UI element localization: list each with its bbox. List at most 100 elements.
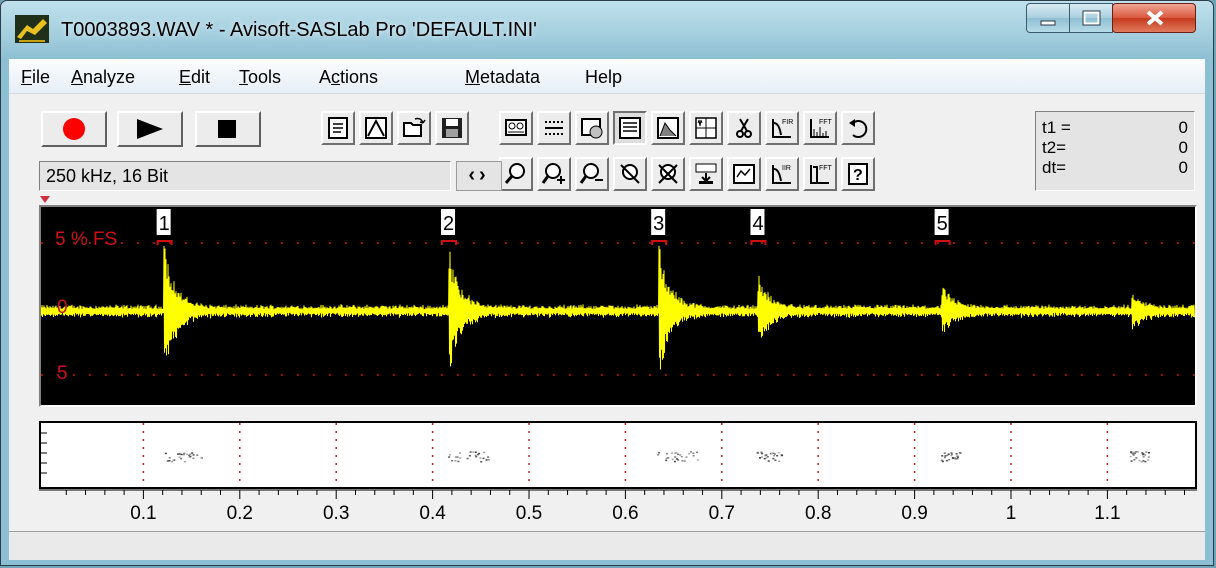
spectrogram-energy-pixel bbox=[690, 451, 692, 453]
spectrogram-energy-pixel bbox=[696, 451, 698, 454]
open-file-button[interactable] bbox=[397, 111, 431, 145]
zoom-in-button[interactable] bbox=[537, 157, 571, 191]
grid-button[interactable] bbox=[537, 111, 571, 145]
t2-value: 0 bbox=[1178, 138, 1188, 157]
text-window-icon bbox=[619, 117, 641, 139]
undo-icon bbox=[849, 119, 868, 138]
oscillogram-plot[interactable]: 1 2 3 4 5 5 % FS 0 5 bbox=[41, 207, 1195, 405]
realtime-button[interactable] bbox=[575, 111, 609, 145]
app-window: T0003893.WAV * - Avisoft-SASLab Pro 'DEF… bbox=[0, 0, 1214, 566]
playback-position-marker[interactable] bbox=[40, 196, 50, 204]
zoom-fit-button[interactable] bbox=[613, 157, 647, 191]
stop-icon bbox=[218, 120, 236, 138]
zoom-button[interactable] bbox=[499, 157, 533, 191]
maximize-icon bbox=[1082, 10, 1101, 26]
iir-filter-button[interactable]: IIR bbox=[765, 157, 799, 191]
maximize-button[interactable] bbox=[1069, 3, 1113, 33]
spectrogram-energy-pixel bbox=[178, 456, 181, 458]
pulse-marker-label: 4 bbox=[752, 213, 763, 235]
pulse-marker-label: 5 bbox=[937, 213, 948, 235]
title-bar[interactable]: T0003893.WAV * - Avisoft-SASLab Pro 'DEF… bbox=[1, 1, 1213, 59]
spectrogram-energy-pixel bbox=[475, 456, 478, 458]
spectrogram-energy-pixel bbox=[1142, 456, 1145, 458]
spectrogram-energy-pixel bbox=[1148, 452, 1150, 454]
fft-window-button[interactable]: FFT bbox=[803, 157, 837, 191]
fir-filter-button[interactable]: FIR bbox=[765, 111, 799, 145]
menu-edit[interactable]: Edit bbox=[179, 67, 210, 88]
menu-metadata[interactable]: Metadata bbox=[465, 67, 540, 88]
close-icon bbox=[1146, 10, 1164, 26]
spectrogram-energy-pixel bbox=[183, 452, 186, 455]
clock-display-icon bbox=[581, 118, 603, 139]
spectrogram-energy-pixel bbox=[168, 457, 171, 459]
spectrogram-energy-pixel bbox=[474, 454, 477, 457]
t1-label: t1 = bbox=[1042, 118, 1071, 137]
spectrogram-energy-pixel bbox=[1129, 455, 1132, 458]
minimize-button[interactable] bbox=[1026, 3, 1070, 33]
menu-help[interactable]: Help bbox=[585, 67, 622, 88]
oscillogram-panel[interactable]: 1 2 3 4 5 5 % FS 0 5 bbox=[39, 205, 1197, 407]
view-text-button[interactable] bbox=[613, 111, 647, 145]
spectrogram-energy-pixel bbox=[950, 452, 953, 454]
time-axis-tick-label: 1.1 bbox=[1094, 503, 1120, 524]
file-info-button[interactable] bbox=[321, 111, 355, 145]
zoom-fit-icon bbox=[620, 164, 640, 184]
undo-button[interactable] bbox=[841, 111, 875, 145]
svg-text:FFT: FFT bbox=[819, 119, 833, 126]
spectrogram-energy-pixel bbox=[1136, 451, 1139, 453]
document-list-icon bbox=[328, 117, 348, 139]
insert-button[interactable] bbox=[689, 157, 723, 191]
stop-button[interactable] bbox=[195, 111, 261, 147]
tape-button[interactable] bbox=[499, 111, 533, 145]
spectrogram-energy-pixel bbox=[756, 452, 759, 454]
spectrogram-energy-pixel bbox=[671, 452, 674, 454]
cut-button[interactable] bbox=[727, 111, 761, 145]
svg-text:FFT: FFT bbox=[819, 165, 833, 172]
help-context-button[interactable]: ? bbox=[841, 157, 875, 191]
time-axis-tick-label: 0.2 bbox=[227, 503, 253, 524]
spectrogram-energy-pixel bbox=[1144, 454, 1147, 456]
spectrogram-energy-pixel bbox=[688, 452, 691, 455]
spectrogram-energy-pixel bbox=[480, 461, 483, 463]
spectrogram-plot[interactable] bbox=[41, 423, 1195, 487]
file-navigation-arrows[interactable]: ‹› bbox=[456, 161, 502, 191]
record-button[interactable] bbox=[41, 111, 107, 147]
spectrogram-energy-pixel bbox=[192, 457, 195, 460]
spectrogram-energy-pixel bbox=[189, 455, 192, 458]
minimize-icon bbox=[1040, 20, 1056, 26]
spectrogram-energy-pixel bbox=[172, 459, 175, 462]
play-button[interactable] bbox=[117, 111, 183, 147]
spectrogram-energy-pixel bbox=[1130, 451, 1133, 453]
spectrogram-energy-pixel bbox=[667, 457, 670, 459]
spectrum-button[interactable] bbox=[651, 111, 685, 145]
close-button[interactable] bbox=[1112, 3, 1196, 33]
dt-value: 0 bbox=[1178, 158, 1188, 177]
spectrogram-energy-pixel bbox=[760, 456, 763, 458]
fft-filter-button[interactable]: FFT bbox=[803, 111, 837, 145]
menu-analyze[interactable]: Analyze bbox=[71, 67, 135, 88]
menu-tools[interactable]: Tools bbox=[239, 67, 281, 88]
spectrogram-energy-pixel bbox=[454, 460, 457, 462]
zoom-reset-button[interactable] bbox=[651, 157, 685, 191]
envelope-button[interactable] bbox=[359, 111, 393, 145]
spectrogram-energy-pixel bbox=[451, 460, 454, 462]
spectrogram-energy-pixel bbox=[1132, 454, 1135, 456]
zoom-out-button[interactable] bbox=[575, 157, 609, 191]
magnifier-icon bbox=[504, 163, 525, 184]
spectrogram-energy-pixel bbox=[673, 460, 676, 463]
app-bird-icon bbox=[15, 15, 49, 43]
spectrogram-energy-pixel bbox=[1145, 451, 1148, 453]
menu-file[interactable]: File bbox=[21, 67, 50, 88]
spectrogram-energy-pixel bbox=[666, 452, 668, 455]
spectrogram-energy-pixel bbox=[674, 452, 677, 454]
spectrogram-energy-pixel bbox=[192, 454, 195, 456]
spectrogram-energy-pixel bbox=[186, 453, 189, 455]
menu-actions[interactable]: Actions bbox=[319, 67, 378, 88]
spectrogram-view-button[interactable] bbox=[727, 157, 761, 191]
filter-bank-button[interactable] bbox=[689, 111, 723, 145]
spectrogram-panel[interactable] bbox=[39, 421, 1197, 489]
spectrogram-energy-pixel bbox=[1130, 460, 1133, 462]
spectrogram-energy-pixel bbox=[183, 461, 186, 463]
spectrogram-energy-pixel bbox=[692, 452, 695, 455]
save-button[interactable] bbox=[435, 111, 469, 145]
